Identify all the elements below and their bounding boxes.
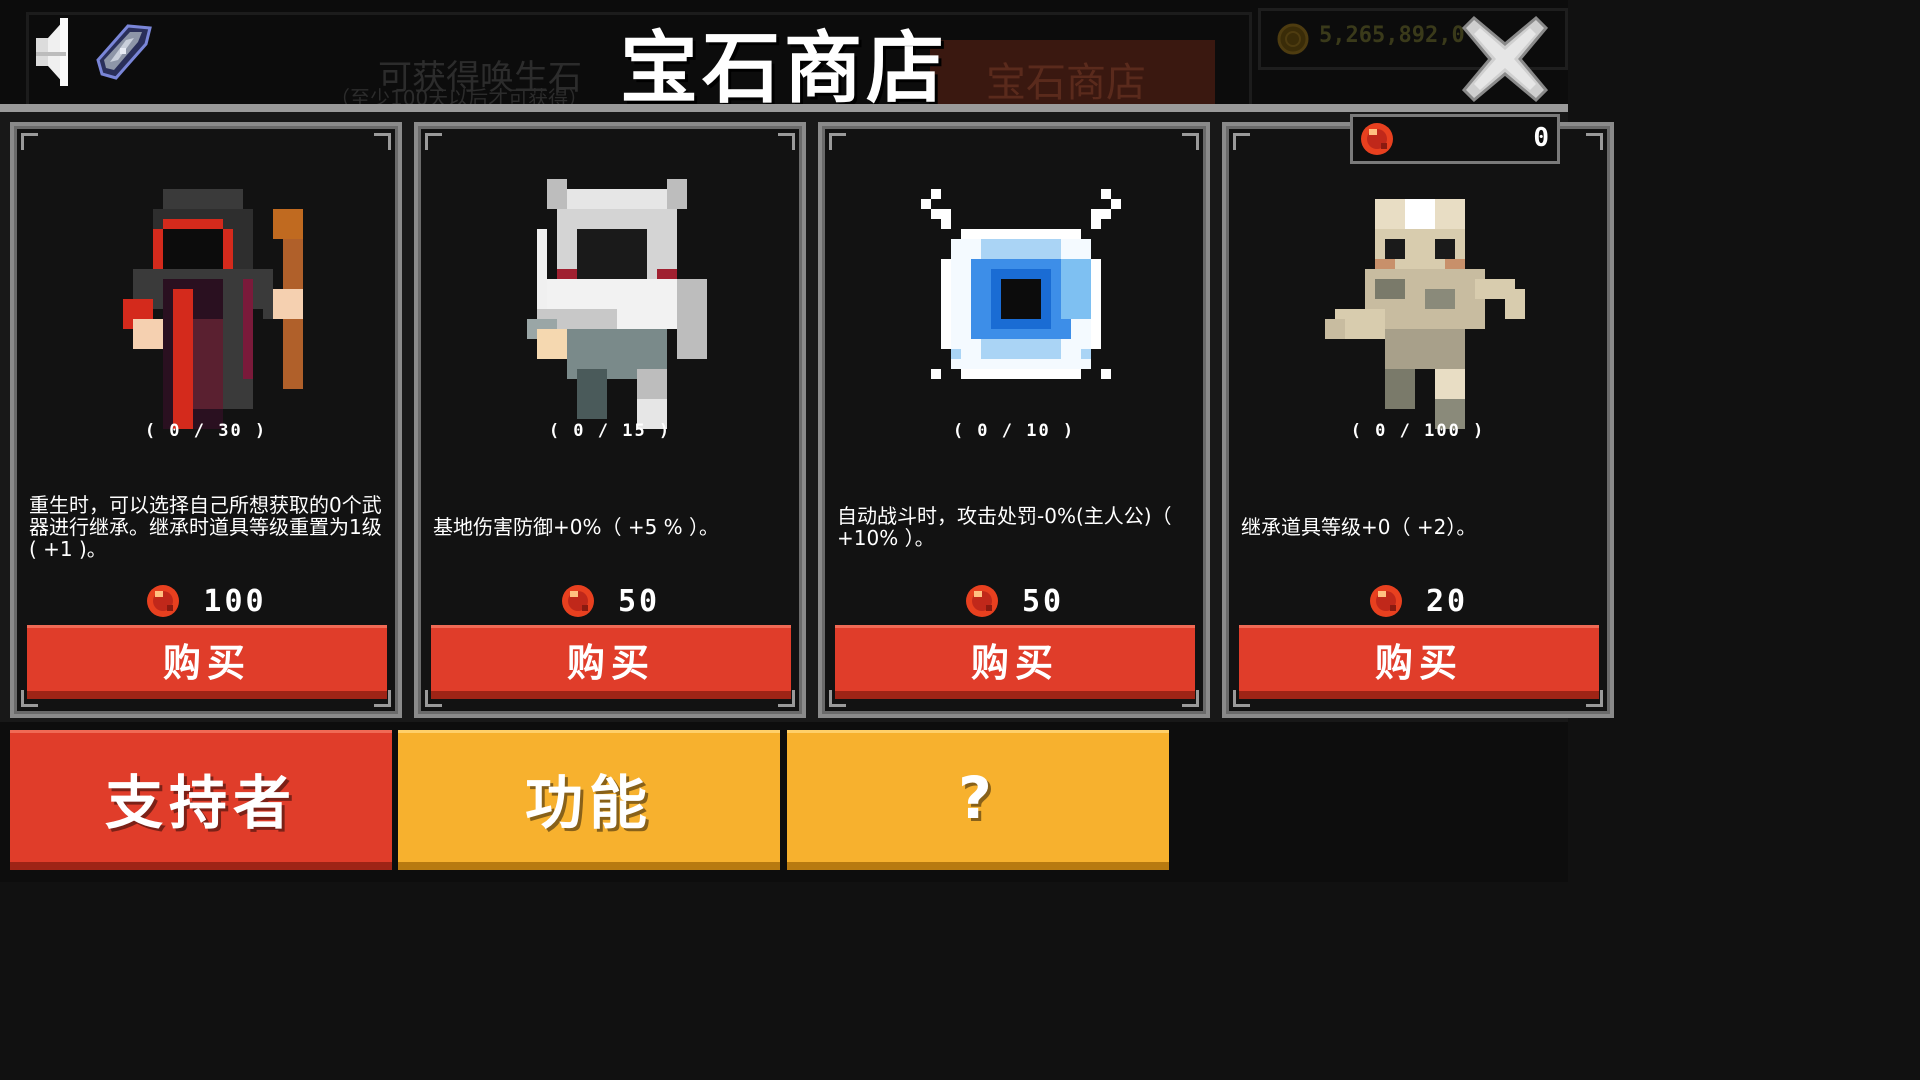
- tab-unknown[interactable]: ?: [787, 730, 1169, 870]
- card-frame: ( 0 / 30 ) 重生时，可以选择自己所想获取的0个武器进行继承。继承时道具…: [14, 126, 398, 714]
- knight-armor-icon: [527, 179, 707, 429]
- gem-icon: [965, 585, 998, 617]
- shop-card-1: ( 0 / 30 ) 重生时，可以选择自己所想获取的0个武器进行继承。继承时道具…: [10, 122, 402, 718]
- price-value: 100: [203, 583, 267, 619]
- gem-icon: [1361, 123, 1393, 155]
- buy-button[interactable]: 购买: [431, 625, 791, 699]
- top-divider: [0, 104, 1568, 112]
- blue-eye-orb-icon: [921, 189, 1121, 379]
- progress-count: ( 0 / 100 ): [1350, 421, 1486, 441]
- dark-mage-icon: [123, 189, 303, 429]
- item-description: 继承道具等级+0（ +2）。: [1241, 515, 1477, 539]
- buy-button[interactable]: 购买: [1239, 625, 1599, 699]
- item-description: 自动战斗时，攻击处罚-0%(主人公)（ +10% ）。: [837, 504, 1172, 550]
- price-row: 20: [1229, 581, 1607, 621]
- price-value: 20: [1425, 583, 1469, 619]
- card-frame: ( 0 / 100 ) 继承道具等级+0（ +2）。 20 购买: [1226, 126, 1610, 714]
- bottom-tab-bar: 支持者 功能 ?: [0, 722, 1568, 882]
- gem-count: 0: [1533, 123, 1549, 153]
- gem-balance: 0: [1350, 114, 1560, 164]
- shop-card-3: ( 0 / 10 ) 自动战斗时，攻击处罚-0%(主人公)（ +10% ）。 5…: [818, 122, 1210, 718]
- top-bar: 可获得唤生石 （至少100天以后才可获得） 宝石商店 5,265,892,0 宝…: [0, 0, 1568, 114]
- item-description: 基地伤害防御+0%（ +5 % ）。: [433, 515, 720, 539]
- card-frame: ( 0 / 15 ) 基地伤害防御+0%（ +5 % ）。 50 购买: [418, 126, 802, 714]
- price-row: 100: [17, 581, 395, 621]
- tab-features[interactable]: 功能: [398, 730, 780, 870]
- page-title: 宝石商店: [619, 24, 948, 114]
- price-row: 50: [825, 581, 1203, 621]
- close-icon[interactable]: [1460, 14, 1550, 104]
- gem-icon: [561, 585, 594, 617]
- gem-icon: [147, 585, 180, 617]
- tab-supporters[interactable]: 支持者: [10, 730, 392, 870]
- progress-count: ( 0 / 10 ): [952, 421, 1076, 441]
- shop-card-4: ( 0 / 100 ) 继承道具等级+0（ +2）。 20 购买: [1222, 122, 1614, 718]
- shop-card-2: ( 0 / 15 ) 基地伤害防御+0%（ +5 % ）。 50 购买: [414, 122, 806, 718]
- item-description: 重生时，可以选择自己所想获取的0个武器进行继承。继承时道具等级重置为1级( +1…: [29, 493, 382, 561]
- gem-icon: [1369, 585, 1402, 617]
- progress-count: ( 0 / 30 ): [144, 421, 268, 441]
- price-row: 50: [421, 581, 799, 621]
- card-frame: ( 0 / 10 ) 自动战斗时，攻击处罚-0%(主人公)（ +10% ）。 5…: [822, 126, 1206, 714]
- progress-count: ( 0 / 15 ): [548, 421, 672, 441]
- mummy-icon: [1325, 199, 1525, 429]
- price-value: 50: [1021, 583, 1065, 619]
- buy-button[interactable]: 购买: [27, 625, 387, 699]
- buy-button[interactable]: 购买: [835, 625, 1195, 699]
- price-value: 50: [617, 583, 661, 619]
- shop-panel: ( 0 / 30 ) 重生时，可以选择自己所想获取的0个武器进行继承。继承时道具…: [0, 112, 1614, 722]
